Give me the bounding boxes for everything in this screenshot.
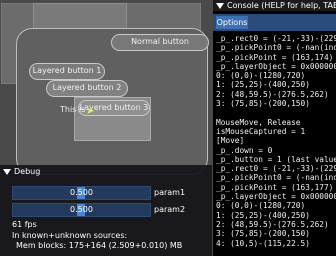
log-line: _p_.button = 1 (last value) <box>216 154 336 164</box>
log-line: 0: (0,0)-(1280,720) <box>216 201 306 211</box>
param2-slider[interactable]: 0.500 <box>12 203 151 217</box>
console-toolbar: Options <box>213 14 336 31</box>
log-line: [Move] <box>216 136 245 146</box>
log-line: _p_.pickPoint0 = (-nan(ind),-nan <box>216 173 336 183</box>
debug-window[interactable]: Debug 0.500 param1 0.500 param2 61 fps I… <box>0 165 212 256</box>
log-line: _p_.rect0 = (-21,-33)-(229,92) <box>216 164 336 174</box>
log-line: 3: (75,85)-(200,150) <box>216 99 310 109</box>
log-line: 2: (48,59.5)-(276.5,262) <box>216 89 329 99</box>
layered-button-2[interactable]: Layered button 2 <box>46 80 128 97</box>
collapse-triangle-icon[interactable] <box>216 2 224 9</box>
param1-label: param1 <box>154 188 186 197</box>
normal-button[interactable]: Normal button <box>111 34 209 51</box>
mem-blocks-text: Mem blocks: 175+164 (2.509+0.010) MB <box>16 241 183 250</box>
log-line: _p_.rect0 = (-21,-33)-(229,92) <box>216 34 336 43</box>
log-line: _p_.layerObject = 0x000000 <box>216 192 336 202</box>
mouse-cursor-icon: ➤ <box>86 106 95 117</box>
slider-value: 0.500 <box>70 205 93 214</box>
fps-readout: 61 fps <box>12 220 37 229</box>
log-line: _p_.pickPoint0 = (-nan(ind),-nan <box>216 43 336 53</box>
log-line: 2: (48,59.5)-(276.5,262) <box>216 219 329 229</box>
this-is-label: This is <box>60 105 86 114</box>
console-log: _p_.rect0 = (-21,-33)-(229,92) _p_.pickP… <box>216 34 336 248</box>
log-line: 1: (25,25)-(400,250) <box>216 210 310 220</box>
param1-slider[interactable]: 0.500 <box>12 186 151 200</box>
log-line: MouseMove, Release <box>216 117 301 127</box>
log-line: 1: (25,25)-(400,250) <box>216 80 310 90</box>
console-title[interactable]: Console (HELP for help, TAB <box>213 0 336 11</box>
scene-canvas[interactable]: Normal button Layered button 1 Layered b… <box>0 0 213 256</box>
debug-title[interactable]: Debug <box>3 167 40 176</box>
layered-button-1[interactable]: Layered button 1 <box>29 63 105 80</box>
log-line: 0: (0,0)-(1280,720) <box>216 71 306 81</box>
log-line: _p_.layerObject = 0x000000 <box>216 61 336 71</box>
param2-label: param2 <box>154 205 186 214</box>
collapse-triangle-icon[interactable] <box>3 168 11 175</box>
log-line: _p_.down = 0 <box>216 145 273 155</box>
log-line: _p_.pickPoint = (163,177) <box>216 182 334 192</box>
slider-value: 0.500 <box>70 188 93 197</box>
options-button[interactable]: Options <box>216 16 248 29</box>
log-line: 4: (10,5)-(115,22.5) <box>216 238 310 248</box>
console-window[interactable]: Console (HELP for help, TAB Options _p_.… <box>213 0 336 256</box>
log-line: _p_.pickPoint = (163,174) <box>216 52 334 62</box>
log-line: 3: (75,85)-(200,150) <box>216 229 310 239</box>
sources-text: In known+unknown sources: <box>12 231 128 240</box>
log-line: isMouseCaptured = 1 <box>216 126 306 136</box>
